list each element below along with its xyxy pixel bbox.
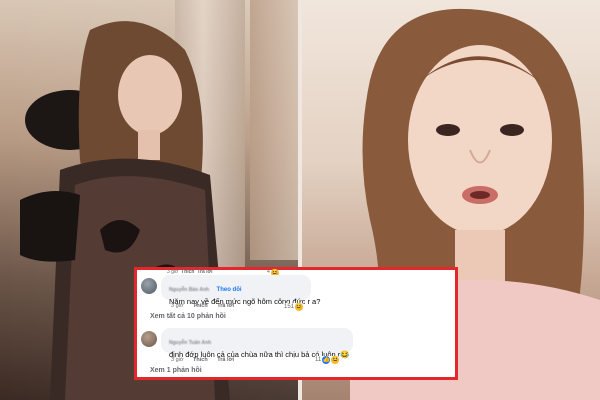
follow-link[interactable]: Theo dõi bbox=[217, 287, 242, 293]
reaction-count: 151 bbox=[284, 304, 295, 310]
doorway bbox=[250, 0, 298, 260]
reaction-count: 11 bbox=[315, 357, 322, 363]
view-replies-link[interactable]: Xem tất cả 10 phản hồi bbox=[150, 313, 226, 320]
reply-link[interactable]: Trả lời bbox=[217, 303, 234, 309]
reply-link[interactable]: Trả lời bbox=[217, 357, 234, 363]
comment-author[interactable]: Nguyễn Tuấn Anh bbox=[169, 340, 211, 346]
reaction-summary[interactable]: 151 😆 bbox=[282, 303, 306, 311]
avatar[interactable] bbox=[141, 278, 157, 294]
like-icon: 👍 bbox=[322, 356, 331, 364]
comment-bubble: Nguyễn Bảo Anh Theo dõi Năm nay về đến m… bbox=[161, 275, 320, 306]
comment-meta: 3 giờ Thích Trả lời bbox=[171, 357, 242, 363]
like-link[interactable]: Thích bbox=[193, 357, 208, 363]
comment-author[interactable]: Nguyễn Bảo Anh bbox=[169, 287, 209, 293]
comment-meta: 3 giờ Thích Trả lời bbox=[171, 303, 242, 309]
haha-icon: 😆 bbox=[331, 356, 340, 364]
time-label: 3 giờ bbox=[171, 357, 184, 363]
view-replies-link[interactable]: Xem 1 phản hồi bbox=[150, 367, 202, 374]
like-link[interactable]: Thích bbox=[193, 303, 208, 309]
highlighted-comment-box: 3 giờ Thích Trả lời 4 😆 Nguyễn Bảo Anh T… bbox=[134, 267, 458, 380]
haha-icon: 😆 bbox=[295, 303, 304, 311]
avatar[interactable] bbox=[141, 331, 157, 347]
comment-bubble: Nguyễn Tuấn Anh định đớp luôn cả của chù… bbox=[161, 328, 353, 359]
time-label: 3 giờ bbox=[171, 303, 184, 309]
reaction-summary[interactable]: 11 👍 😆 bbox=[313, 356, 342, 364]
